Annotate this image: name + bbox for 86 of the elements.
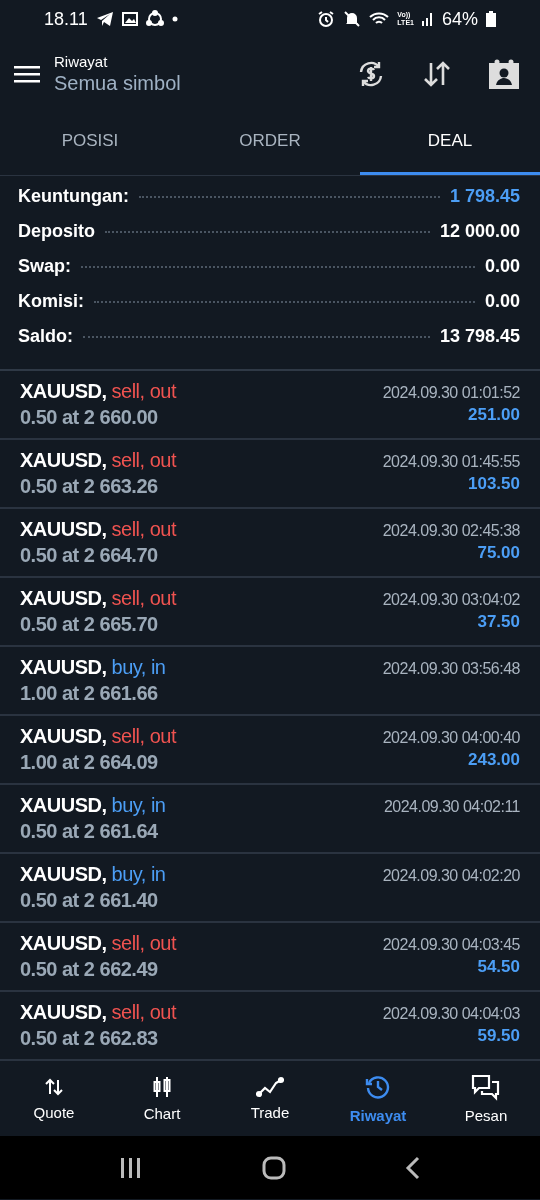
deal-symbol: XAUUSD,: [20, 794, 107, 817]
deal-volume-price: 0.50 at 2 665.70: [20, 613, 159, 636]
deal-symbol: XAUUSD,: [20, 725, 107, 748]
deal-symbol: XAUUSD,: [20, 656, 107, 679]
line-chart-icon: [256, 1076, 284, 1098]
deal-symbol: XAUUSD,: [20, 518, 107, 541]
deal-volume-price: 0.50 at 2 662.49: [20, 958, 159, 981]
deal-profit: 251.00: [468, 405, 520, 425]
deal-time: 2024.09.30 04:02:11: [383, 798, 520, 816]
signal-icon: [421, 12, 434, 26]
sort-icon[interactable]: [422, 59, 452, 89]
deal-type: buy, in: [111, 794, 166, 817]
home-icon[interactable]: [262, 1155, 286, 1180]
alarm-icon: [317, 10, 336, 28]
nav-item[interactable]: Pesan: [432, 1061, 540, 1136]
deal-type: buy, in: [111, 863, 166, 886]
clock: 18.11: [44, 8, 88, 30]
deal-volume-price: 1.00 at 2 661.66: [20, 682, 159, 705]
deal-time: 2024.09.30 01:45:55: [382, 453, 520, 471]
chat-icon: [470, 1073, 502, 1101]
summary-label: Keuntungan:: [18, 186, 129, 207]
deal-type: sell, out: [111, 380, 176, 403]
deal-symbol: XAUUSD,: [20, 587, 107, 610]
summary-value: 12 000.00: [439, 221, 520, 242]
tab[interactable]: POSISI: [0, 110, 180, 175]
send-icon: [95, 11, 114, 27]
screen-title: Riwayat: [54, 53, 109, 70]
summary-label: Swap:: [18, 256, 71, 277]
dot-icon: [171, 16, 178, 22]
nav-item[interactable]: Chart: [108, 1061, 216, 1136]
deal-type: sell, out: [111, 932, 176, 955]
symbol-filter[interactable]: Semua simbol: [54, 72, 356, 95]
nav-item[interactable]: Trade: [216, 1061, 324, 1136]
deal-type: sell, out: [111, 449, 176, 472]
deal-time: 2024.09.30 03:56:48: [382, 660, 520, 678]
deal-type: sell, out: [111, 587, 176, 610]
up-down-arrows-icon: [43, 1076, 65, 1098]
tab[interactable]: ORDER: [180, 110, 360, 175]
deal-type: sell, out: [111, 518, 176, 541]
tab[interactable]: DEAL: [360, 110, 540, 175]
deal-type: buy, in: [111, 656, 166, 679]
deal-volume-price: 0.50 at 2 660.00: [20, 406, 159, 429]
deal-time: 2024.09.30 01:01:52: [382, 384, 520, 402]
deal-volume-price: 0.50 at 2 664.70: [20, 544, 159, 567]
deal-time: 2024.09.30 04:00:40: [382, 729, 520, 747]
deal-volume-price: 1.00 at 2 664.09: [20, 751, 159, 774]
summary-label: Deposito: [18, 221, 95, 242]
mute-icon: [343, 10, 362, 28]
summary-label: Komisi:: [18, 291, 84, 312]
deal-time: 2024.09.30 03:04:02: [382, 591, 520, 609]
deal-symbol: XAUUSD,: [20, 863, 107, 886]
deal-profit: 75.00: [477, 543, 520, 563]
deal-symbol: XAUUSD,: [20, 1001, 107, 1024]
nav-item[interactable]: Quote: [0, 1061, 108, 1136]
nav-item[interactable]: Riwayat: [324, 1061, 432, 1136]
deal-volume-price: 0.50 at 2 662.83: [20, 1027, 159, 1050]
deal-volume-price: 0.50 at 2 663.26: [20, 475, 159, 498]
deal-volume-price: 0.50 at 2 661.40: [20, 889, 159, 912]
deal-symbol: XAUUSD,: [20, 449, 107, 472]
deal-symbol: XAUUSD,: [20, 380, 107, 403]
summary-value: 1 798.45: [449, 186, 520, 207]
history-icon: [364, 1073, 392, 1101]
deal-profit: 54.50: [477, 957, 520, 977]
summary-label: Saldo:: [18, 326, 73, 347]
summary-value: 0.00: [484, 256, 520, 277]
summary-value: 13 798.45: [439, 326, 520, 347]
deal-time: 2024.09.30 04:04:03: [382, 1005, 520, 1023]
deal-profit: 59.50: [477, 1026, 520, 1046]
deal-volume-price: 0.50 at 2 661.64: [20, 820, 159, 843]
deal-time: 2024.09.30 02:45:38: [382, 522, 520, 540]
deal-profit: 37.50: [477, 612, 520, 632]
deal-time: 2024.09.30 04:02:20: [382, 867, 520, 885]
deal-time: 2024.09.30 04:03:45: [382, 936, 520, 954]
contact-card-icon[interactable]: [488, 59, 520, 89]
back-icon[interactable]: [404, 1155, 421, 1180]
battery-icon: [486, 11, 496, 27]
menu-icon[interactable]: [14, 64, 40, 84]
sync-icon: [145, 10, 164, 28]
deal-type: sell, out: [111, 1001, 176, 1024]
deal-type: sell, out: [111, 725, 176, 748]
battery-percent: 64%: [441, 8, 478, 30]
deal-symbol: XAUUSD,: [20, 932, 107, 955]
image-icon: [121, 12, 138, 26]
deal-profit: 243.00: [468, 750, 520, 770]
summary-value: 0.00: [484, 291, 520, 312]
deal-profit: 103.50: [468, 474, 520, 494]
